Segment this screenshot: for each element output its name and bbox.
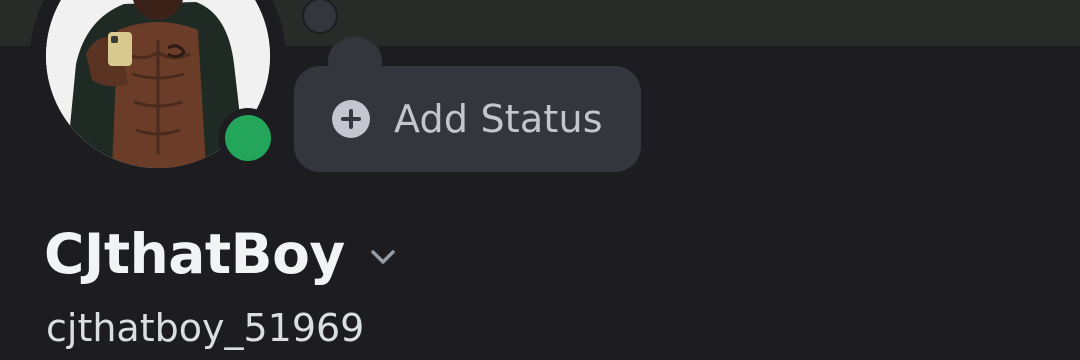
display-name: CJthatBoy [44,222,345,286]
plus-circle-icon [332,100,370,138]
username: cjthatboy_51969 [46,306,365,350]
profile-panel: Add Status CJthatBoy cjthatboy_51969 [0,0,1080,360]
add-status-button[interactable]: Add Status [294,66,641,172]
chevron-down-icon [371,250,395,264]
online-status-indicator [225,115,271,161]
display-name-toggle[interactable]: CJthatBoy [44,222,397,286]
add-status-label: Add Status [394,97,603,141]
